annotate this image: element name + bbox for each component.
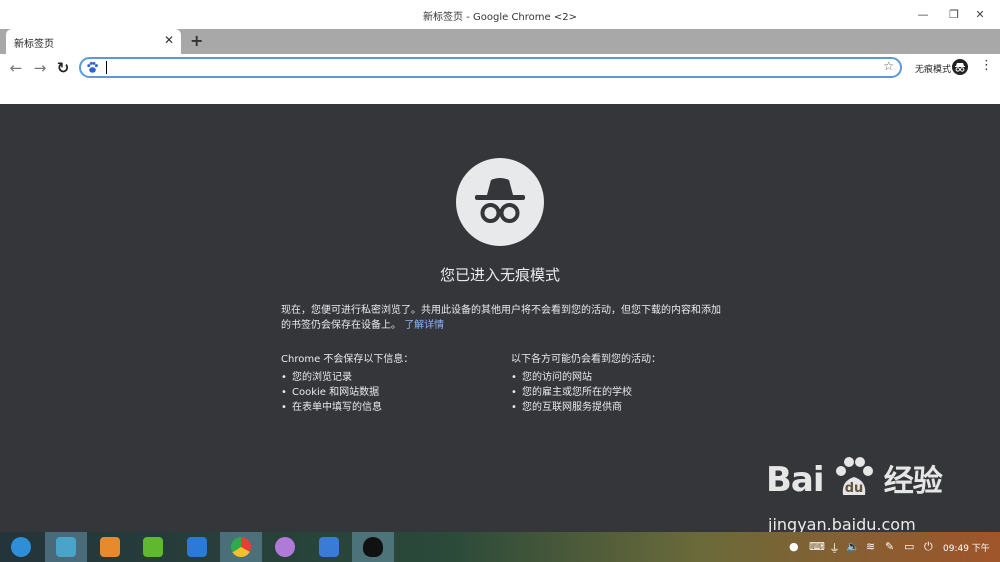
taskbar-chrome[interactable] (220, 532, 262, 562)
incognito-spy-icon (456, 158, 544, 246)
power-icon[interactable]: ⏻ (924, 540, 933, 554)
list-item: Cookie 和网站数据 (281, 385, 413, 400)
close-window-button[interactable]: ✕ (972, 7, 988, 23)
chrome-icon (231, 537, 251, 557)
not-saved-list: Chrome 不会保存以下信息： 您的浏览记录 Cookie 和网站数据 在表单… (281, 350, 413, 415)
tray-qq-icon[interactable]: ● (789, 540, 799, 553)
chrome-menu-button[interactable]: ⋮ (980, 58, 993, 73)
not-saved-heading: Chrome 不会保存以下信息： (281, 354, 414, 365)
title-bar: 新标签页 - Google Chrome <2> — ❐ ✕ (0, 0, 1000, 29)
window-title: 新标签页 - Google Chrome <2> (423, 12, 577, 23)
taskbar-wps-writer[interactable] (308, 532, 350, 562)
incognito-heading: 您已进入无痕模式 (439, 266, 560, 284)
usb-icon[interactable]: ⏚ (829, 540, 840, 556)
launcher-icon (11, 537, 31, 557)
volume-icon[interactable]: 🔈 (846, 540, 860, 553)
file-manager-icon (56, 537, 76, 557)
watermark-brand: Bai (766, 460, 825, 500)
clock[interactable]: 09:49 下午 (943, 541, 990, 554)
list-item: 您的浏览记录 (281, 370, 413, 385)
keyboard-icon[interactable]: ⌨ (809, 540, 825, 553)
incognito-label: 无痕模式 (915, 65, 952, 75)
tab-new-tab[interactable]: 新标签页 ✕ (6, 29, 181, 54)
back-button[interactable]: ← (7, 59, 25, 77)
close-tab-icon[interactable]: ✕ (164, 33, 174, 47)
taskbar-launcher[interactable] (0, 532, 42, 562)
text-caret (106, 61, 107, 74)
list-item: 您的雇主或您所在的学校 (511, 385, 661, 400)
new-tab-button[interactable]: + (190, 31, 203, 50)
may-see-heading: 以下各方可能仍会看到您的活动： (511, 354, 661, 365)
taskbar-app-store[interactable] (89, 532, 131, 562)
baidu-jingyan-watermark: Bai du 经验 jingyan.baidu.com (766, 455, 943, 534)
app-store-icon (100, 537, 120, 557)
toolbar: ← → ↻ ☆ 无痕模式 ⋮ (0, 54, 1000, 104)
pen-icon[interactable]: ✎ (885, 540, 894, 553)
list-item: 在表单中填写的信息 (281, 400, 413, 415)
list-item: 您的互联网服务提供商 (511, 400, 661, 415)
reload-button[interactable]: ↻ (54, 59, 72, 77)
maximize-button[interactable]: ❐ (946, 7, 962, 23)
learn-more-link[interactable]: 了解详情 (404, 320, 444, 331)
may-see-list: 以下各方可能仍会看到您的活动： 您的访问的网站 您的雇主或您所在的学校 您的互联… (511, 350, 661, 415)
bookmark-star-icon[interactable]: ☆ (883, 59, 894, 73)
baidu-paw-logo-icon: du (835, 457, 873, 496)
minimize-button[interactable]: — (915, 7, 931, 23)
forward-button[interactable]: → (31, 59, 49, 77)
taskbar-file-manager[interactable] (45, 532, 87, 562)
qq-icon (363, 537, 383, 557)
battery-icon[interactable]: ▭ (904, 540, 914, 553)
address-bar[interactable]: ☆ (79, 57, 902, 78)
description-text: 现在，您便可进行私密浏览了。共用此设备的其他用户将不会看到您的活动，但您下载的内… (281, 305, 721, 331)
wifi-icon[interactable]: ≋ (866, 540, 875, 553)
baidu-paw-icon (87, 61, 98, 73)
incognito-avatar-icon[interactable] (952, 59, 968, 75)
tab-strip: 新标签页 ✕ + (0, 29, 1000, 54)
chrome-window: 新标签页 - Google Chrome <2> — ❐ ✕ 新标签页 ✕ + … (0, 0, 1000, 534)
tab-label: 新标签页 (14, 39, 54, 50)
wps-writer-icon (319, 537, 339, 557)
taskbar-video-player[interactable] (176, 532, 218, 562)
taskbar: ● ⌨ ⏚ 🔈 ≋ ✎ ▭ ⏻ 09:49 下午 (0, 532, 1000, 562)
incognito-description: 现在，您便可进行私密浏览了。共用此设备的其他用户将不会看到您的活动，但您下载的内… (281, 303, 721, 333)
taskbar-music-player[interactable] (132, 532, 174, 562)
watermark-brand-suffix: 经验 (883, 464, 943, 499)
taskbar-qq[interactable] (352, 532, 394, 562)
settings-icon (275, 537, 295, 557)
video-player-icon (187, 537, 207, 557)
taskbar-settings[interactable] (264, 532, 306, 562)
music-player-icon (143, 537, 163, 557)
svg-text:du: du (844, 481, 863, 496)
list-item: 您的访问的网站 (511, 370, 661, 385)
